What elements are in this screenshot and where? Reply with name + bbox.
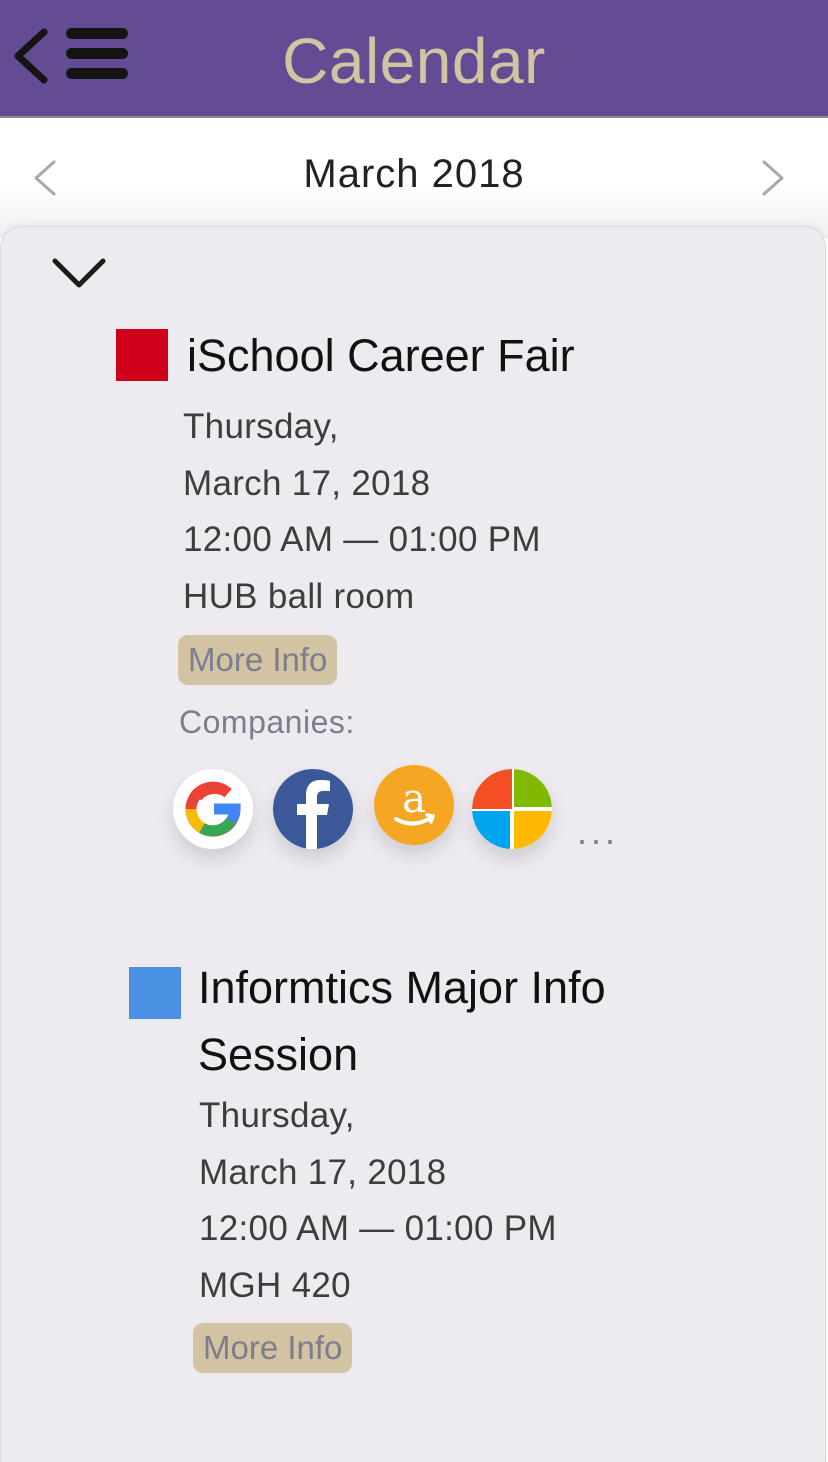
amazon-logo-icon[interactable]: a <box>374 765 454 845</box>
facebook-logo-icon[interactable] <box>273 769 353 849</box>
companies-label: Companies: <box>179 704 355 740</box>
more-info-button[interactable]: More Info <box>193 1323 353 1373</box>
next-month-button[interactable] <box>752 156 792 196</box>
chevron-right-icon <box>762 160 784 196</box>
app-header: Calendar <box>0 0 828 118</box>
event-day: Thursday, <box>199 1096 355 1135</box>
event-time: 12:00 AM — 01:00 PM <box>183 520 541 559</box>
event-title-line-1: Informtics Major Info <box>198 962 606 1013</box>
event-color-swatch <box>129 967 181 1019</box>
event-title-line-2: Session <box>198 1029 359 1080</box>
event-color-swatch <box>116 329 168 381</box>
event-card[interactable]: Informtics Major Info Session Thursday, … <box>1 947 825 1407</box>
microsoft-logo-icon[interactable] <box>472 769 552 849</box>
calendar-screen: Calendar March 2018 iSchool Career Fair … <box>0 0 828 1462</box>
event-time: 12:00 AM — 01:00 PM <box>199 1209 557 1248</box>
google-logo-icon[interactable] <box>173 769 253 849</box>
page-title: Calendar <box>282 25 546 97</box>
events-sheet: iSchool Career Fair Thursday, March 17, … <box>0 226 826 1462</box>
event-title: iSchool Career Fair <box>187 330 575 381</box>
more-companies-indicator[interactable]: ... <box>577 811 619 853</box>
event-card[interactable]: iSchool Career Fair Thursday, March 17, … <box>1 227 825 867</box>
event-day: Thursday, <box>183 407 339 446</box>
event-location: HUB ball room <box>183 577 415 616</box>
more-info-button[interactable]: More Info <box>178 635 338 685</box>
month-title: March 2018 <box>303 152 525 196</box>
svg-text:a: a <box>402 776 426 822</box>
event-date: March 17, 2018 <box>199 1153 447 1192</box>
event-date: March 17, 2018 <box>183 464 431 503</box>
month-navigation: March 2018 <box>0 118 828 238</box>
event-location: MGH 420 <box>199 1266 351 1305</box>
